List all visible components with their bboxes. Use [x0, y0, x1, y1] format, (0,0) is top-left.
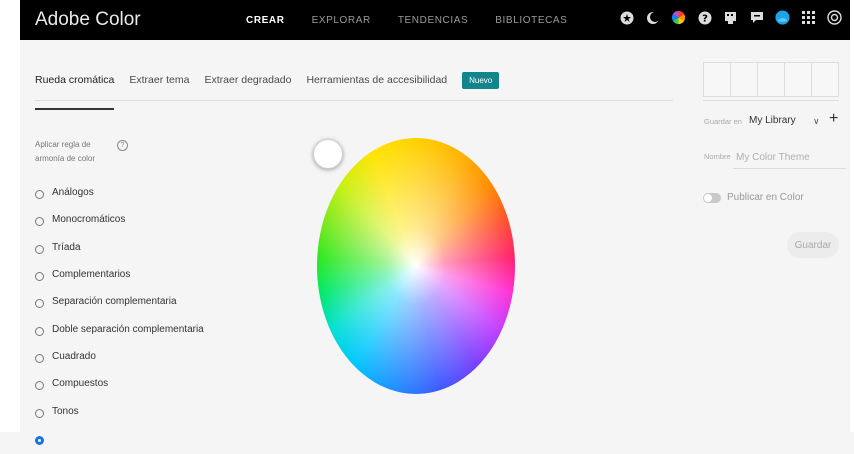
rule-analogos[interactable]: Análogos [35, 181, 204, 208]
rule-label: Tríada [52, 241, 81, 253]
tabs-divider [35, 100, 673, 101]
rule-triada[interactable]: Tríada [35, 236, 204, 263]
swatch-5[interactable] [812, 63, 838, 96]
rule-label: Monocromáticos [52, 214, 126, 226]
publish-toggle[interactable] [703, 193, 721, 203]
rule-monocromaticos[interactable]: Monocromáticos [35, 208, 204, 235]
harmony-title: Aplicar regla de armonía de color [35, 138, 95, 166]
rule-doble-separacion[interactable]: Doble separación complementaria [35, 317, 204, 344]
rule-complementarios[interactable]: Complementarios [35, 263, 204, 290]
nav-bibliotecas[interactable]: BIBLIOTECAS [495, 15, 567, 26]
tab-extraer-degradado[interactable]: Extraer degradado [204, 74, 291, 92]
mode-tabs: Rueda cromática Extraer tema Extraer deg… [35, 71, 500, 110]
nav-tendencias[interactable]: TENDENCIAS [398, 15, 468, 26]
publish-label: Publicar en Color [727, 192, 804, 203]
brand-logo[interactable]: Adobe Color [35, 9, 141, 31]
right-frame [850, 0, 854, 432]
swatch-1[interactable] [704, 63, 731, 96]
rule-label: Complementarios [52, 269, 131, 281]
chevron-down-icon[interactable]: ∨ [813, 116, 820, 127]
new-badge[interactable]: Nuevo [462, 71, 500, 89]
radio-icon[interactable] [35, 299, 44, 309]
save-button[interactable]: Guardar [787, 232, 839, 258]
swatch-4[interactable] [785, 63, 812, 96]
rule-compuestos[interactable]: Compuestos [35, 372, 204, 399]
rule-tonos[interactable]: Tonos [35, 399, 204, 426]
tab-herramientas-accesibilidad[interactable]: Herramientas de accesibilidad [306, 74, 447, 92]
rule-separacion-complementaria[interactable]: Separación complementaria [35, 290, 204, 317]
color-wheel-icon[interactable] [671, 10, 686, 25]
radio-icon[interactable] [35, 408, 44, 418]
rule-label: Doble separación complementaria [52, 323, 204, 335]
info-icon[interactable]: ? [117, 140, 128, 151]
chat-icon[interactable] [749, 10, 764, 25]
theme-swatches [703, 62, 839, 97]
rule-cuadrado[interactable]: Cuadrado [35, 345, 204, 372]
library-select[interactable]: My Library [749, 115, 796, 126]
toggle-knob [704, 194, 712, 202]
harmony-title-line2: armonía de color [35, 154, 96, 163]
help-icon[interactable]: ? [697, 10, 712, 25]
rule-selected-partial[interactable] [35, 427, 204, 454]
side-divider [703, 100, 839, 101]
nav-explorar[interactable]: EXPLORAR [312, 15, 371, 26]
creative-cloud-icon[interactable] [827, 10, 842, 25]
add-library-button[interactable]: + [829, 110, 838, 128]
rule-label: Tonos [52, 405, 79, 417]
color-wheel[interactable] [317, 138, 515, 394]
rule-label: Análogos [52, 187, 94, 199]
radio-icon[interactable] [35, 244, 44, 254]
radio-icon[interactable] [35, 190, 44, 200]
save-in-label: Guardar en [704, 117, 742, 126]
tab-rueda-cromatica[interactable]: Rueda cromática [35, 74, 115, 110]
theme-name-input[interactable] [733, 146, 846, 169]
radio-icon[interactable] [35, 381, 44, 391]
nav-crear[interactable]: CREAR [246, 15, 285, 26]
name-label: Nombre [704, 152, 731, 161]
swatch-3[interactable] [758, 63, 785, 96]
tab-extraer-tema[interactable]: Extraer tema [129, 74, 189, 92]
harmony-title-line1: Aplicar regla de [35, 140, 91, 149]
svg-text:?: ? [702, 13, 708, 24]
radio-icon[interactable] [35, 217, 44, 227]
main-nav: CREAR EXPLORAR TENDENCIAS BIBLIOTECAS [246, 15, 567, 26]
color-handle[interactable] [313, 139, 343, 169]
rule-label: Cuadrado [52, 350, 96, 362]
feed-icon[interactable] [723, 10, 738, 25]
radio-selected-icon[interactable] [35, 435, 44, 445]
radio-icon[interactable] [35, 326, 44, 336]
left-frame [0, 0, 20, 432]
apps-grid-icon[interactable] [801, 10, 816, 25]
swatch-2[interactable] [731, 63, 758, 96]
rule-label: Separación complementaria [52, 296, 177, 308]
avatar-icon[interactable] [775, 10, 790, 25]
harmony-rule-list: Análogos Monocromáticos Tríada Complemen… [35, 181, 204, 454]
radio-icon[interactable] [35, 353, 44, 363]
top-bar: Adobe Color CREAR EXPLORAR TENDENCIAS BI… [20, 0, 850, 40]
stock-icon[interactable] [619, 10, 634, 25]
moon-icon[interactable] [645, 10, 660, 25]
radio-icon[interactable] [35, 272, 44, 282]
rule-label: Compuestos [52, 378, 109, 390]
top-icons: ? [619, 10, 842, 25]
